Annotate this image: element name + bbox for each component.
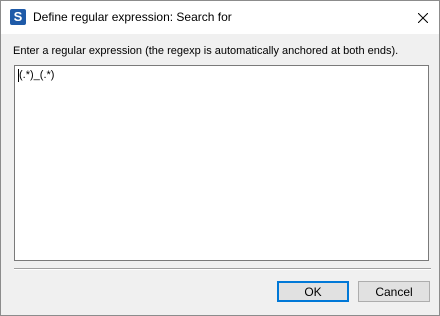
regex-input[interactable]: (.*)_(.*) [14,65,429,261]
dialog-body: Enter a regular expression (the regexp i… [1,34,439,315]
dialog-window: S Define regular expression: Search for … [0,0,440,316]
window-title: Define regular expression: Search for [33,10,232,24]
close-button[interactable] [407,1,439,34]
close-icon [418,12,428,23]
regex-input-value: (.*)_(.*) [19,69,55,81]
ok-button[interactable]: OK [277,281,349,302]
app-icon: S [10,9,26,25]
title-bar[interactable]: S Define regular expression: Search for [1,1,439,34]
separator [14,268,431,270]
prompt-label: Enter a regular expression (the regexp i… [13,45,399,57]
cancel-button[interactable]: Cancel [358,281,430,302]
